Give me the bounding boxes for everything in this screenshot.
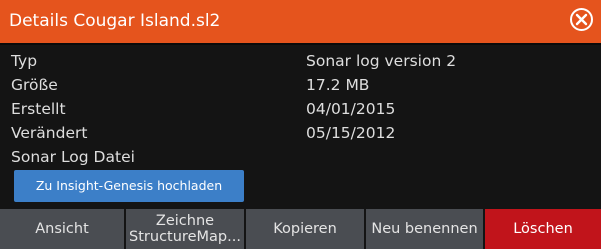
- dialog-title: Details Cougar Island.sl2: [9, 11, 221, 31]
- detail-label: Typ: [11, 52, 38, 70]
- close-icon: [575, 13, 588, 26]
- draw-structuremap-button[interactable]: Zeichne StructureMap...: [126, 209, 246, 249]
- detail-value: 04/01/2015: [306, 100, 396, 118]
- view-button-label: Ansicht: [35, 221, 89, 237]
- draw-structuremap-label-line2: StructureMap...: [129, 229, 241, 245]
- delete-button[interactable]: Löschen: [485, 209, 601, 249]
- detail-label: Erstellt: [11, 100, 66, 118]
- upload-insight-genesis-button[interactable]: Zu Insight-Genesis hochladen: [14, 170, 244, 202]
- detail-row-type: Typ Sonar log version 2: [0, 49, 601, 73]
- details-content: Typ Sonar log version 2 Größe 17.2 MB Er…: [0, 47, 601, 204]
- detail-row-modified: Verändert 05/15/2012: [0, 121, 601, 145]
- delete-button-label: Löschen: [513, 221, 573, 237]
- copy-button[interactable]: Kopieren: [246, 209, 366, 249]
- detail-label: Verändert: [11, 124, 88, 142]
- detail-row-size: Größe 17.2 MB: [0, 73, 601, 97]
- rename-button[interactable]: Neu benennen: [366, 209, 485, 249]
- details-dialog: Details Cougar Island.sl2 Typ Sonar log …: [0, 0, 601, 249]
- draw-structuremap-label-line1: Zeichne: [155, 213, 215, 229]
- rename-button-label: Neu benennen: [371, 221, 478, 237]
- copy-button-label: Kopieren: [273, 221, 337, 237]
- detail-row-created: Erstellt 04/01/2015: [0, 97, 601, 121]
- detail-label: Größe: [11, 76, 58, 94]
- detail-value: Sonar log version 2: [306, 52, 457, 70]
- detail-value: 05/15/2012: [306, 124, 396, 142]
- view-button[interactable]: Ansicht: [0, 209, 126, 249]
- detail-value: 17.2 MB: [306, 76, 370, 94]
- close-button[interactable]: [570, 8, 593, 31]
- sonar-log-file-label: Sonar Log Datei: [11, 148, 135, 166]
- action-toolbar: Ansicht Zeichne StructureMap... Kopieren…: [0, 209, 601, 249]
- title-bar: Details Cougar Island.sl2: [0, 0, 601, 45]
